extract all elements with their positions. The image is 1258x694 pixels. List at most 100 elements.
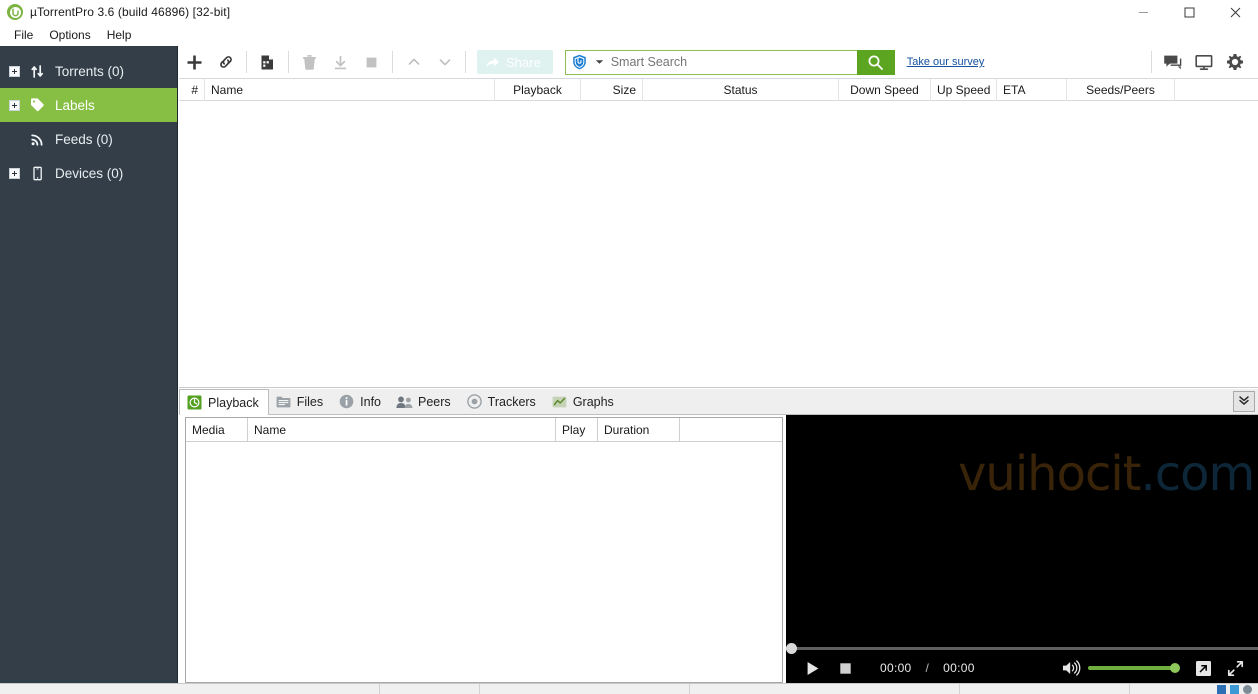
seek-track [786,647,1258,650]
window-controls [1120,0,1258,24]
tab-graphs[interactable]: Graphs [545,389,623,414]
video-player: vuihocit.com 00:00 / 00:00 [786,415,1258,683]
toolbar-separator [392,51,393,73]
playback-panel-body[interactable] [186,442,782,682]
move-up-button[interactable] [398,47,429,78]
menu-help[interactable]: Help [99,26,140,44]
sidebar-item-devices[interactable]: Devices (0) [0,156,177,190]
minimize-button[interactable] [1120,0,1166,24]
fullscreen-button[interactable] [1222,655,1248,681]
torrent-list-body[interactable] [179,101,1258,387]
torrent-list: # Name Playback Size Status Down Speed U… [179,78,1258,388]
chat-button[interactable] [1157,47,1188,78]
take-our-survey-link[interactable]: Take our survey [907,56,985,68]
playback-panel-header: Media Name Play Duration [186,417,782,442]
column-header-up-speed[interactable]: Up Speed [931,78,997,101]
settings-button[interactable] [1219,47,1250,78]
globe-icon[interactable] [1243,684,1252,694]
pp-column-media[interactable]: Media [186,417,248,442]
status-bar [0,683,1258,694]
start-torrent-button[interactable] [325,47,356,78]
toolbar-separator [288,51,289,73]
tab-label: Info [360,394,381,409]
status-cell-3 [690,684,960,694]
total-time: 00:00 [943,661,975,675]
search-input[interactable] [606,49,857,75]
sidebar-item-label: Labels [55,97,95,113]
peers-people-icon [396,393,413,410]
expand-icon[interactable] [9,65,20,77]
network-icon[interactable] [1217,684,1226,694]
info-circle-icon [338,393,355,410]
tab-files[interactable]: Files [269,389,332,414]
expand-icon[interactable] [9,167,20,179]
label-tag-icon [27,95,47,115]
menu-bar: File Options Help [0,24,1258,46]
double-chevron-down-icon [1238,393,1250,411]
status-bar-icons [1217,684,1258,694]
status-cell-1 [380,684,480,694]
tab-trackers[interactable]: Trackers [460,389,545,414]
toolbar: Share Take our survey [179,46,1258,79]
sidebar-item-label: Torrents (0) [55,63,125,79]
share-button[interactable]: Share [477,50,553,74]
add-torrent-button[interactable] [179,47,210,78]
tab-label: Files [296,394,324,409]
column-header-playback[interactable]: Playback [495,78,581,101]
playback-clock-icon [186,394,203,411]
pp-column-play[interactable]: Play [556,417,598,442]
column-header-seeds-peers[interactable]: Seeds/Peers [1067,78,1175,101]
detail-tab-bar: Playback Files Info Peers Trackers Graph… [179,389,1258,415]
files-folder-icon [275,393,292,410]
tab-label: Playback [208,395,259,410]
volume-slider[interactable] [1088,663,1180,673]
title-bar: µTorrentPro 3.6 (build 46896) [32-bit] [0,0,1258,24]
watermark-primary: vuihocit [958,446,1141,502]
pp-column-name[interactable]: Name [248,417,556,442]
volume-handle[interactable] [1170,663,1180,673]
expand-icon[interactable] [9,99,20,111]
stop-torrent-button[interactable] [356,47,387,78]
collapse-detail-panel-button[interactable] [1233,391,1255,412]
popout-button[interactable] [1190,655,1216,681]
seek-bar[interactable] [786,643,1258,654]
column-header-name[interactable]: Name [205,78,495,101]
move-down-button[interactable] [429,47,460,78]
column-header-down-speed[interactable]: Down Speed [839,78,931,101]
menu-file[interactable]: File [6,26,41,44]
sidebar-item-torrents[interactable]: Torrents (0) [0,54,177,88]
add-torrent-from-url-button[interactable] [210,47,241,78]
remote-button[interactable] [1188,47,1219,78]
column-header-size[interactable]: Size [581,78,643,101]
pp-column-duration[interactable]: Duration [598,417,680,442]
sidebar-item-feeds[interactable]: Feeds (0) [0,122,177,156]
sidebar-item-labels[interactable]: Labels [0,88,177,122]
volume-button[interactable] [1058,655,1084,681]
share-arrow-icon [485,56,506,69]
play-button[interactable] [800,655,826,681]
search-button[interactable] [856,49,895,75]
watermark-secondary: .com [1140,446,1256,502]
video-stage[interactable]: vuihocit.com [786,415,1258,643]
column-header-eta[interactable]: ETA [997,78,1067,101]
tab-peers[interactable]: Peers [390,389,460,414]
column-header-status[interactable]: Status [643,78,839,101]
shield-icon[interactable] [564,49,593,75]
chevron-down-icon[interactable] [592,49,607,75]
toolbar-separator [465,51,466,73]
time-separator: / [925,661,930,675]
close-button[interactable] [1212,0,1258,24]
dht-icon[interactable] [1230,684,1239,694]
create-new-torrent-button[interactable] [252,47,283,78]
column-header-index[interactable]: # [179,78,205,101]
remove-torrent-button[interactable] [294,47,325,78]
menu-options[interactable]: Options [41,26,98,44]
transfer-arrows-icon [27,61,47,81]
tab-label: Trackers [487,394,536,409]
tab-playback[interactable]: Playback [179,389,269,415]
maximize-button[interactable] [1166,0,1212,24]
playback-panel: Media Name Play Duration [185,417,783,683]
stop-button[interactable] [832,655,858,681]
tab-info[interactable]: Info [332,389,390,414]
status-cell-0 [0,684,380,694]
